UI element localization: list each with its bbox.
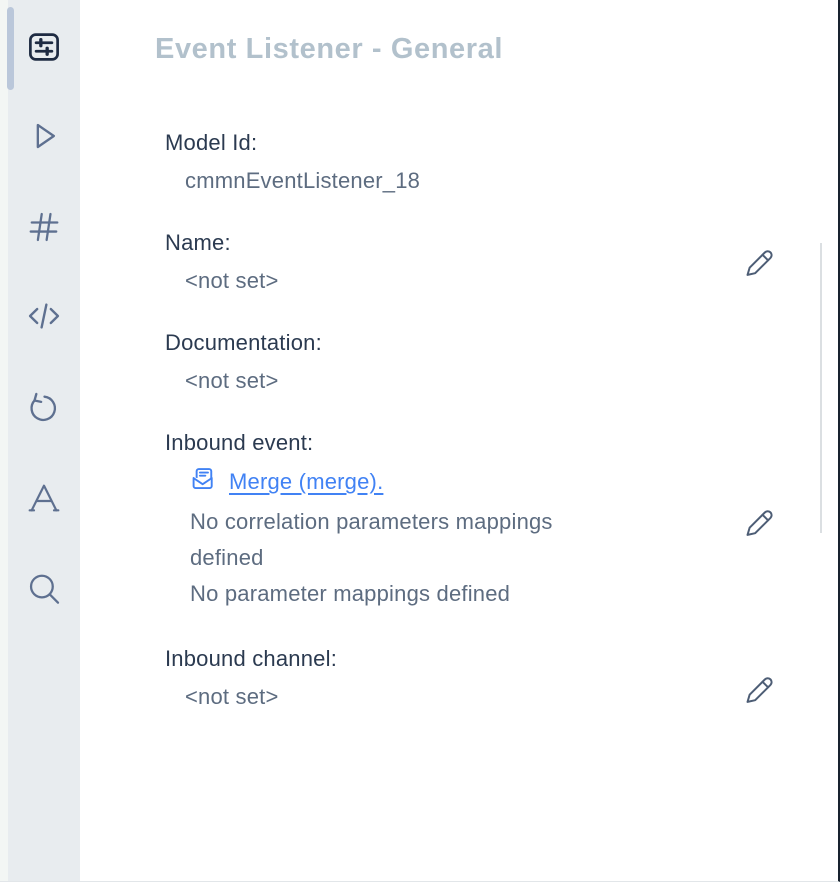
field-model-id: Model Id: cmmnEventListener_18: [165, 128, 838, 196]
search-icon: [23, 568, 65, 610]
event-message-icon: [190, 466, 217, 498]
panel-title: Event Listener - General: [155, 30, 838, 68]
edit-inbound-event-button[interactable]: [740, 505, 776, 541]
edit-inbound-channel-button[interactable]: [740, 672, 776, 708]
edit-general-button[interactable]: [740, 245, 776, 281]
hash-icon: [23, 206, 65, 248]
letter-a-icon: [24, 478, 64, 518]
inbound-channel-label: Inbound channel:: [165, 644, 838, 674]
model-id-value: cmmnEventListener_18: [165, 166, 838, 196]
play-icon: [24, 116, 64, 156]
undo-icon: [24, 388, 64, 428]
general-properties-section: Event Listener - General Model Id: cmmnE…: [80, 0, 838, 881]
sidebar-item-history[interactable]: [20, 384, 68, 432]
name-label: Name:: [165, 228, 838, 258]
model-id-label: Model Id:: [165, 128, 838, 158]
sliders-icon: [25, 28, 63, 66]
field-inbound-event: Inbound event: Merge (merge).: [165, 428, 838, 612]
sidebar-item-ids[interactable]: [20, 203, 68, 251]
pencil-icon: [741, 673, 775, 707]
field-group-divider: [820, 243, 822, 533]
properties-panel-window: Event Listener - General Model Id: cmmnE…: [0, 0, 840, 882]
sidebar-item-code[interactable]: [20, 292, 68, 340]
scrollbar-thumb[interactable]: [7, 7, 14, 90]
field-name: Name: <not set>: [165, 228, 838, 296]
pencil-icon: [741, 506, 775, 540]
field-inbound-channel: Inbound channel: <not set>: [165, 644, 838, 712]
sidebar-item-text[interactable]: [20, 474, 68, 522]
inbound-channel-value: <not set>: [165, 682, 838, 712]
sidebar-item-properties[interactable]: [20, 23, 68, 71]
sidebar-item-run[interactable]: [20, 112, 68, 160]
pencil-icon: [741, 246, 775, 280]
field-documentation: Documentation: <not set>: [165, 328, 838, 396]
sidebar-item-search[interactable]: [20, 565, 68, 613]
icon-sidebar: [8, 0, 80, 881]
documentation-value: <not set>: [165, 366, 838, 396]
parameter-mappings-note: No parameter mappings defined: [190, 576, 605, 612]
name-value: <not set>: [165, 266, 838, 296]
scrollbar-track: [0, 0, 8, 881]
documentation-label: Documentation:: [165, 328, 838, 358]
correlation-mappings-note: No correlation parameters mappings defin…: [190, 504, 605, 576]
inbound-event-label: Inbound event:: [165, 428, 838, 458]
inbound-event-link[interactable]: Merge (merge).: [229, 469, 383, 495]
code-icon: [22, 294, 66, 338]
